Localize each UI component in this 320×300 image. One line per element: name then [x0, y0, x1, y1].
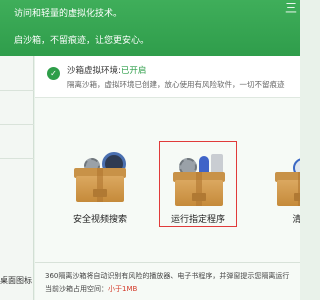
sandbox-usage: 当前沙箱占用空间：小于1MB: [45, 284, 137, 294]
usage-prefix: 当前沙箱占用空间：: [45, 285, 108, 293]
banner-text-line2: 启沙箱，不留痕迹，让您更安心。: [14, 36, 150, 46]
footer-info: 360隔离沙箱将自动识别有风险的播放器、电子书程序，并弹窗提示您隔离运行 当前沙…: [35, 262, 300, 300]
footer-note: 360隔离沙箱将自动识别有风险的播放器、电子书程序，并弹窗提示您隔离运行: [45, 272, 290, 280]
card-clean-sandbox[interactable]: 清理沙: [263, 142, 300, 228]
left-sidebar: 桌面图标: [0, 56, 34, 300]
card-label: 清理沙: [292, 215, 300, 225]
card-label: 运行指定程序: [170, 215, 225, 225]
check-icon: ✓: [47, 67, 60, 80]
card-label: 安全视频搜索: [72, 215, 127, 225]
sidebar-item-desktop-icons[interactable]: 桌面图标: [0, 275, 32, 286]
clean-box-icon: [275, 150, 300, 208]
video-box-icon: [74, 146, 126, 204]
sidebar-divider: [0, 124, 34, 125]
program-box-icon: [173, 150, 225, 208]
sidebar-divider: [0, 90, 34, 91]
status-title-prefix: 沙箱虚拟环境:: [67, 66, 121, 76]
usage-value: 小于1MB: [108, 285, 138, 293]
sandbox-window: 访问和轻量的虚拟化技术。 启沙箱，不留痕迹，让您更安心。 三 桌面图标 ✓ 沙箱…: [0, 0, 300, 300]
top-banner: 访问和轻量的虚拟化技术。 启沙箱，不留痕迹，让您更安心。 三: [0, 0, 300, 56]
sidebar-divider: [0, 158, 34, 159]
card-safe-video-search[interactable]: 安全视频搜索: [57, 142, 143, 228]
menu-glyph-icon[interactable]: 三: [285, 2, 297, 14]
main-panel: ✓ 沙箱虚拟环境:已开启 隔离沙箱，虚拟环境已创建，放心使用有风险软件，一切不留…: [35, 56, 300, 300]
status-state: 已开启: [120, 66, 147, 76]
status-title: 沙箱虚拟环境:已开启: [67, 64, 146, 76]
status-description: 隔离沙箱，虚拟环境已创建，放心使用有风险软件，一切不留痕迹: [67, 80, 285, 89]
card-run-specified-program[interactable]: 运行指定程序: [159, 141, 237, 227]
sandbox-status-bar: ✓ 沙箱虚拟环境:已开启 隔离沙箱，虚拟环境已创建，放心使用有风险软件，一切不留…: [35, 56, 300, 98]
banner-text-line1: 访问和轻量的虚拟化技术。: [14, 9, 123, 19]
